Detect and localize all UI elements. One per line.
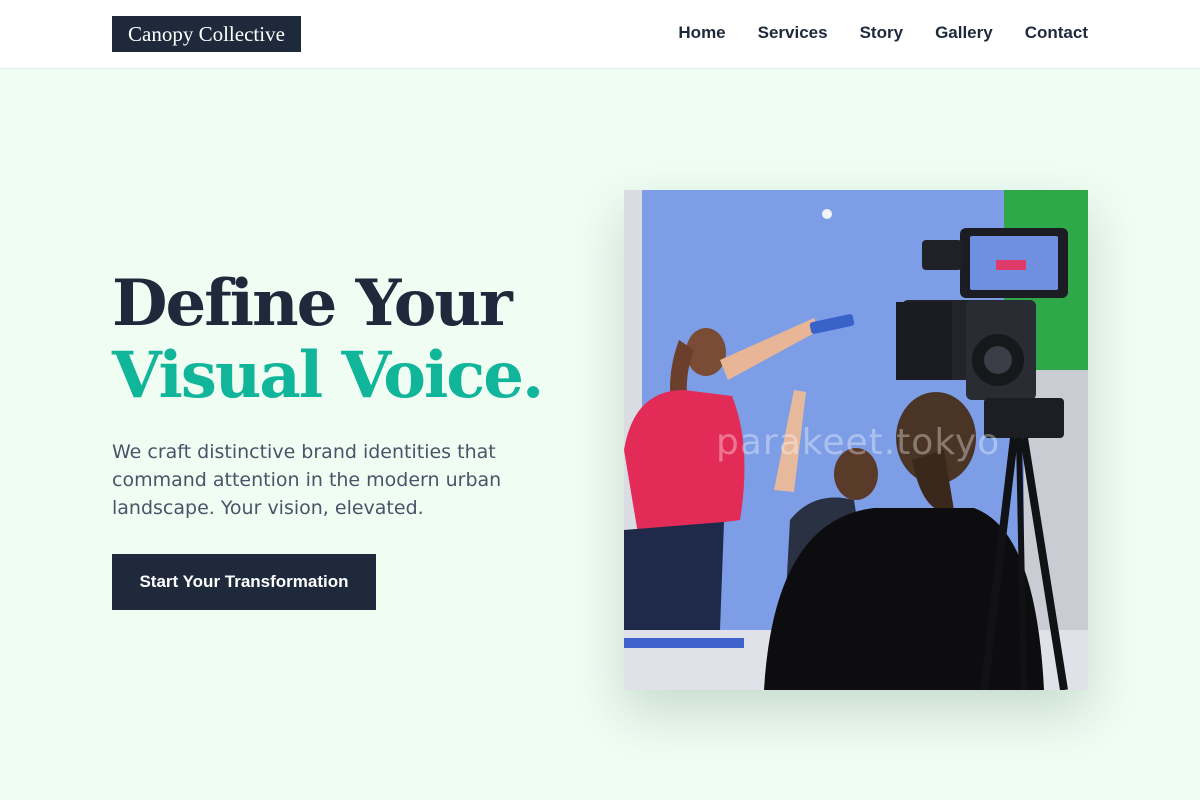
hero-subtitle: We craft distinctive brand identities th… [112, 441, 502, 519]
nav-link-story[interactable]: Story [860, 22, 903, 44]
nav-link-services[interactable]: Services [758, 22, 828, 44]
start-transformation-button[interactable]: Start Your Transformation [112, 554, 376, 610]
main-nav: Home Services Story Gallery Contact [678, 22, 1088, 44]
site-header: Canopy Collective Home Services Story Ga… [0, 0, 1200, 69]
hero-title-line1: Define Your [112, 266, 513, 341]
hero-image: parakeet.tokyo [624, 190, 1088, 690]
image-watermark: parakeet.tokyo [716, 422, 1001, 463]
nav-link-contact[interactable]: Contact [1025, 22, 1088, 44]
nav-link-home[interactable]: Home [678, 22, 725, 44]
brand-logo[interactable]: Canopy Collective [112, 16, 301, 52]
hero-title-line2: Visual Voice. [112, 338, 544, 413]
nav-link-gallery[interactable]: Gallery [935, 22, 993, 44]
hero-title: Define Your Visual Voice. [112, 268, 572, 412]
